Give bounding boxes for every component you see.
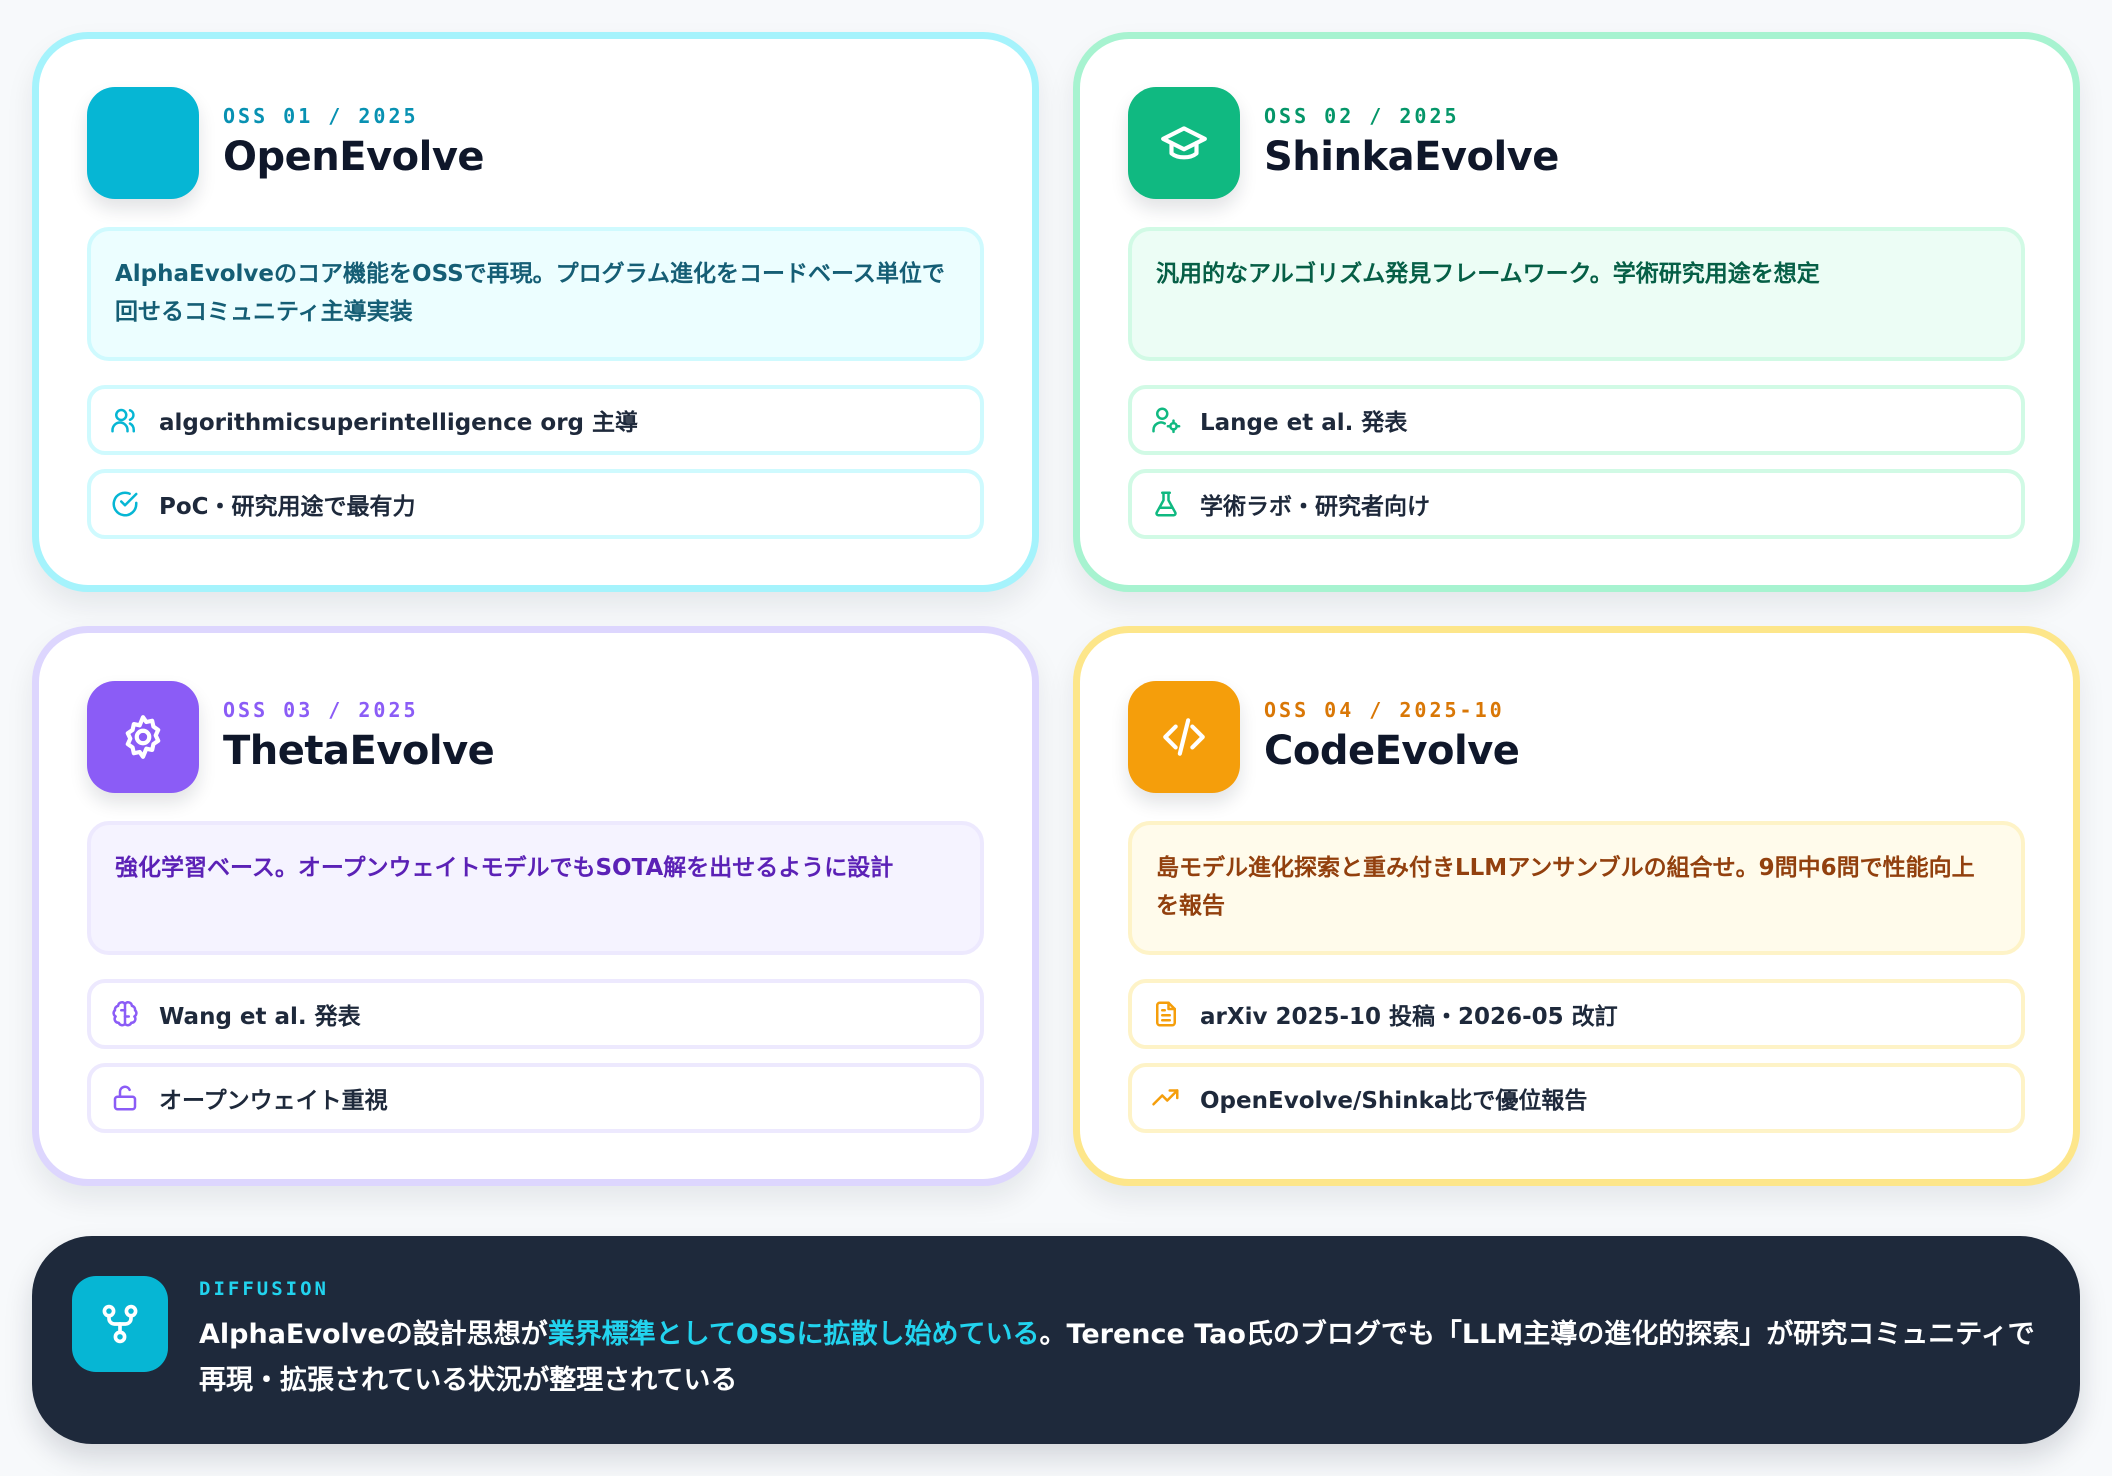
card-title: ShinkaEvolve — [1264, 134, 1559, 180]
info-row-text: 学術ラボ・研究者向け — [1200, 494, 1430, 520]
info-row: オープンウェイト重視 — [87, 1063, 984, 1133]
document-icon — [1150, 998, 1182, 1030]
info-row: Wang et al. 発表 — [87, 979, 984, 1049]
card-header: OSS 02 / 2025 ShinkaEvolve — [1128, 87, 1559, 199]
card-header: OSS 04 / 2025-10 CodeEvolve — [1128, 681, 1520, 793]
card-title: OpenEvolve — [223, 134, 485, 180]
card-description: 島モデル進化探索と重み付きLLMアンサンブルの組合せ。9問中6問で性能向上を報告 — [1128, 821, 2025, 955]
users-icon — [109, 404, 141, 436]
info-row: PoC・研究用途で最有力 — [87, 469, 984, 539]
card-header: OSS 01 / 2025 OpenEvolve — [87, 87, 485, 199]
oss-card-thetaevolve: OSS 03 / 2025 ThetaEvolve 強化学習ベース。オープンウェ… — [32, 626, 1039, 1186]
card-description: 強化学習ベース。オープンウェイトモデルでもSOTA解を出せるように設計 — [87, 821, 984, 955]
card-header: OSS 03 / 2025 ThetaEvolve — [87, 681, 495, 793]
oss-card-shinkaevolve: OSS 02 / 2025 ShinkaEvolve 汎用的なアルゴリズム発見フ… — [1073, 32, 2080, 592]
info-row-text: algorithmicsuperintelligence org 主導 — [159, 410, 639, 436]
code-icon — [1128, 681, 1240, 793]
info-row: 学術ラボ・研究者向け — [1128, 469, 2025, 539]
oss-card-openevolve: OSS 01 / 2025 OpenEvolve AlphaEvolveのコア機… — [32, 32, 1039, 592]
banner-text-before: AlphaEvolveの設計思想が — [199, 1319, 548, 1350]
graduation-cap-icon — [1128, 87, 1240, 199]
info-row-text: PoC・研究用途で最有力 — [159, 494, 416, 520]
oss-card-codeevolve: OSS 04 / 2025-10 CodeEvolve 島モデル進化探索と重み付… — [1073, 626, 2080, 1186]
info-row: algorithmicsuperintelligence org 主導 — [87, 385, 984, 455]
info-row: arXiv 2025-10 投稿・2026-05 改訂 — [1128, 979, 2025, 1049]
oss-tag: OSS 02 / 2025 — [1264, 104, 1460, 128]
banner-label: DIFFUSION — [199, 1278, 329, 1300]
trending-up-icon — [1150, 1082, 1182, 1114]
info-row: OpenEvolve/Shinka比で優位報告 — [1128, 1063, 2025, 1133]
gear-icon — [87, 681, 199, 793]
card-description: 汎用的なアルゴリズム発見フレームワーク。学術研究用途を想定 — [1128, 227, 2025, 361]
banner-text-highlight: 業界標準としてOSSに拡散し始めている — [547, 1319, 1040, 1350]
info-row: Lange et al. 発表 — [1128, 385, 2025, 455]
info-row-text: arXiv 2025-10 投稿・2026-05 改訂 — [1200, 1004, 1618, 1030]
card-title: ThetaEvolve — [223, 728, 495, 774]
brain-icon — [109, 998, 141, 1030]
oss-tag: OSS 03 / 2025 — [223, 698, 419, 722]
oss-tag: OSS 01 / 2025 — [223, 104, 419, 128]
flask-icon — [1150, 488, 1182, 520]
banner-text: AlphaEvolveの設計思想が業界標準としてOSSに拡散し始めている。Ter… — [199, 1312, 2049, 1404]
info-row-text: オープンウェイト重視 — [159, 1088, 388, 1114]
blank-badge-icon — [87, 87, 199, 199]
git-fork-icon — [72, 1276, 168, 1372]
card-title: CodeEvolve — [1264, 728, 1520, 774]
user-cog-icon — [1150, 404, 1182, 436]
check-circle-icon — [109, 488, 141, 520]
info-row-text: OpenEvolve/Shinka比で優位報告 — [1200, 1088, 1588, 1114]
info-row-text: Wang et al. 発表 — [159, 1004, 361, 1030]
oss-card-grid: OSS 01 / 2025 OpenEvolve AlphaEvolveのコア機… — [32, 32, 2080, 1186]
card-description: AlphaEvolveのコア機能をOSSで再現。プログラム進化をコードベース単位… — [87, 227, 984, 361]
info-row-text: Lange et al. 発表 — [1200, 410, 1408, 436]
diffusion-banner: DIFFUSION AlphaEvolveの設計思想が業界標準としてOSSに拡散… — [32, 1236, 2080, 1444]
unlock-icon — [109, 1082, 141, 1114]
oss-tag: OSS 04 / 2025-10 — [1264, 698, 1505, 722]
